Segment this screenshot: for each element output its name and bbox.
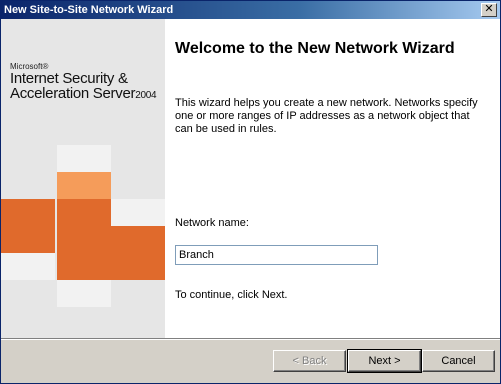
- close-button[interactable]: ✕: [481, 3, 497, 17]
- wizard-window: New Site-to-Site Network Wizard ✕ Micros…: [0, 0, 501, 384]
- side-banner: Microsoft® Internet Security & Accelerat…: [1, 19, 165, 338]
- title-bar[interactable]: New Site-to-Site Network Wizard ✕: [1, 1, 500, 19]
- banner-tile: [57, 145, 111, 172]
- banner-tile: [111, 253, 165, 280]
- banner-tile: [57, 199, 111, 226]
- banner-tile: [57, 280, 111, 307]
- banner-tile: [57, 253, 111, 280]
- product-name-line2-text: Acceleration Server: [10, 85, 136, 102]
- banner-tile: [57, 226, 111, 253]
- product-logo: Microsoft® Internet Security & Accelerat…: [10, 62, 160, 103]
- product-year: 2004: [135, 90, 157, 101]
- banner-tile: [111, 199, 165, 226]
- wizard-description: This wizard helps you create a new netwo…: [175, 97, 478, 135]
- banner-tile: [57, 172, 111, 199]
- network-name-label: Network name:: [175, 217, 249, 229]
- banner-tile: [1, 253, 55, 280]
- banner-tile: [1, 226, 55, 253]
- back-button[interactable]: < Back: [273, 350, 346, 372]
- window-title: New Site-to-Site Network Wizard: [4, 4, 174, 16]
- banner-tile: [111, 226, 165, 253]
- cancel-button[interactable]: Cancel: [422, 350, 495, 372]
- banner-tile: [1, 199, 55, 226]
- continue-instruction: To continue, click Next.: [175, 289, 288, 301]
- product-name-line2: Acceleration Server2004: [10, 86, 160, 103]
- product-name-line1: Internet Security &: [10, 70, 128, 87]
- page-title: Welcome to the New Network Wizard: [175, 40, 455, 57]
- network-name-input[interactable]: [175, 245, 378, 265]
- next-button[interactable]: Next >: [347, 349, 422, 373]
- button-bar: < Back Next > Cancel: [1, 340, 500, 383]
- wizard-body: Microsoft® Internet Security & Accelerat…: [1, 19, 500, 338]
